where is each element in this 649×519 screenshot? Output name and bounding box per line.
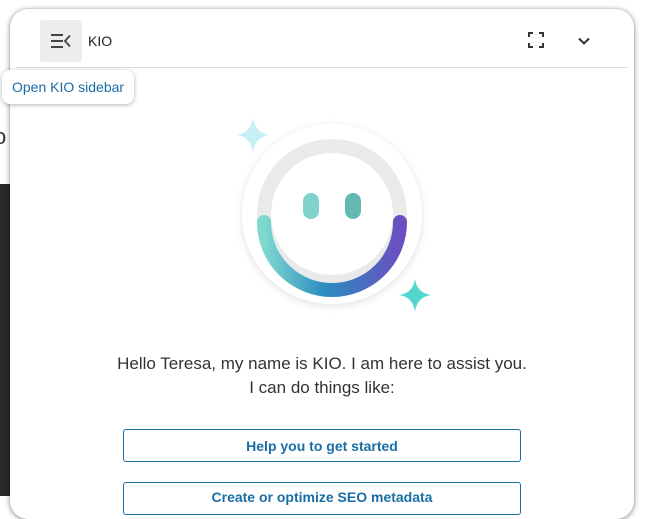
left-eye bbox=[303, 193, 319, 219]
greeting-line-2: I can do things like: bbox=[249, 378, 395, 397]
seo-metadata-button[interactable]: Create or optimize SEO metadata bbox=[123, 482, 521, 515]
kio-mascot bbox=[230, 109, 440, 319]
fullscreen-button[interactable] bbox=[527, 31, 545, 49]
chevron-down-icon bbox=[578, 37, 590, 45]
sidebar-tooltip: Open KIO sidebar bbox=[2, 70, 135, 104]
greeting-line-1: Hello Teresa, my name is KIO. I am here … bbox=[117, 354, 527, 373]
get-started-button[interactable]: Help you to get started bbox=[123, 429, 521, 462]
open-sidebar-button[interactable] bbox=[40, 20, 82, 62]
right-eye bbox=[345, 193, 361, 219]
sparkle-small bbox=[237, 117, 269, 153]
kio-smiley-icon bbox=[237, 117, 431, 312]
app-title: KIO bbox=[88, 33, 113, 49]
sidebar-menu-icon bbox=[51, 34, 71, 48]
fullscreen-icon bbox=[528, 32, 544, 48]
greeting-message: Hello Teresa, my name is KIO. I am here … bbox=[10, 352, 634, 400]
background-text: o bbox=[0, 124, 7, 149]
collapse-button[interactable] bbox=[574, 31, 594, 51]
panel-header: KIO bbox=[16, 9, 628, 68]
sparkle-large bbox=[399, 279, 431, 312]
